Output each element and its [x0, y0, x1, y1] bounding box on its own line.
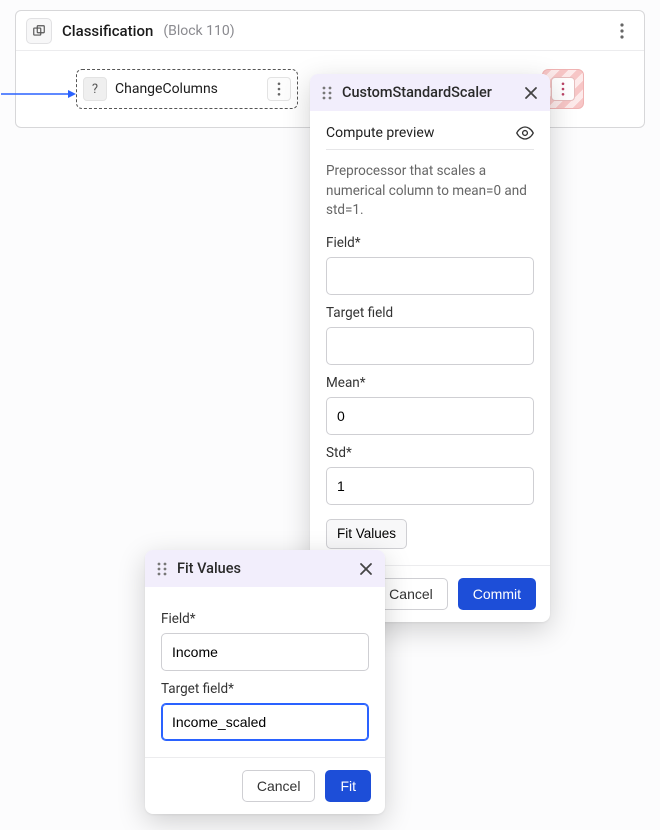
- field-label: Field*: [161, 611, 369, 627]
- popover-header[interactable]: CustomStandardScaler: [310, 74, 550, 111]
- node-change-columns[interactable]: ? ChangeColumns: [76, 69, 298, 109]
- pipeline-subtitle: (Block 110): [163, 23, 234, 39]
- std-label: Std*: [326, 445, 534, 461]
- target-field-label: Target field: [326, 305, 534, 321]
- std-input[interactable]: [326, 467, 534, 505]
- custom-scaler-popover: CustomStandardScaler Compute preview Pre…: [310, 74, 550, 622]
- commit-button[interactable]: Commit: [458, 578, 536, 610]
- close-button[interactable]: [359, 562, 373, 576]
- pipeline-title: Classification: [62, 22, 153, 40]
- input-arrow-icon: [1, 89, 76, 99]
- drag-handle-icon[interactable]: [157, 562, 167, 576]
- node-label: ChangeColumns: [115, 81, 259, 97]
- field-input[interactable]: [161, 633, 369, 671]
- eye-icon: [516, 126, 534, 140]
- pipeline-icon: [26, 18, 52, 44]
- popover-header[interactable]: Fit Values: [145, 550, 385, 587]
- question-icon: ?: [83, 77, 107, 101]
- popover-description: Preprocessor that scales a numerical col…: [326, 162, 534, 221]
- target-field-input[interactable]: [161, 703, 369, 741]
- drag-handle-icon[interactable]: [322, 86, 332, 100]
- fit-values-popover: Fit Values Field* Target field* Cancel F…: [145, 550, 385, 814]
- fit-values-button[interactable]: Fit Values: [326, 519, 407, 549]
- node-menu-button[interactable]: [267, 77, 291, 101]
- close-button[interactable]: [524, 86, 538, 100]
- cancel-button[interactable]: Cancel: [374, 578, 448, 610]
- preview-eye-button[interactable]: [516, 126, 534, 140]
- field-label: Field*: [326, 235, 534, 251]
- popover-title: Fit Values: [177, 560, 349, 577]
- close-icon: [359, 562, 373, 576]
- node-menu-button[interactable]: [551, 77, 575, 101]
- pipeline-header: Classification (Block 110): [16, 11, 644, 51]
- field-input[interactable]: [326, 257, 534, 295]
- mean-input[interactable]: [326, 397, 534, 435]
- popover-title: CustomStandardScaler: [342, 84, 514, 101]
- cancel-button[interactable]: Cancel: [242, 770, 316, 802]
- target-field-input[interactable]: [326, 327, 534, 365]
- fit-button[interactable]: Fit: [325, 770, 371, 802]
- target-field-label: Target field*: [161, 681, 369, 697]
- popover-footer: Cancel Fit: [145, 757, 385, 814]
- close-icon: [524, 86, 538, 100]
- compute-preview-row: Compute preview: [326, 125, 534, 141]
- compute-preview-label: Compute preview: [326, 125, 434, 141]
- pipeline-menu-button[interactable]: [610, 19, 634, 43]
- mean-label: Mean*: [326, 375, 534, 391]
